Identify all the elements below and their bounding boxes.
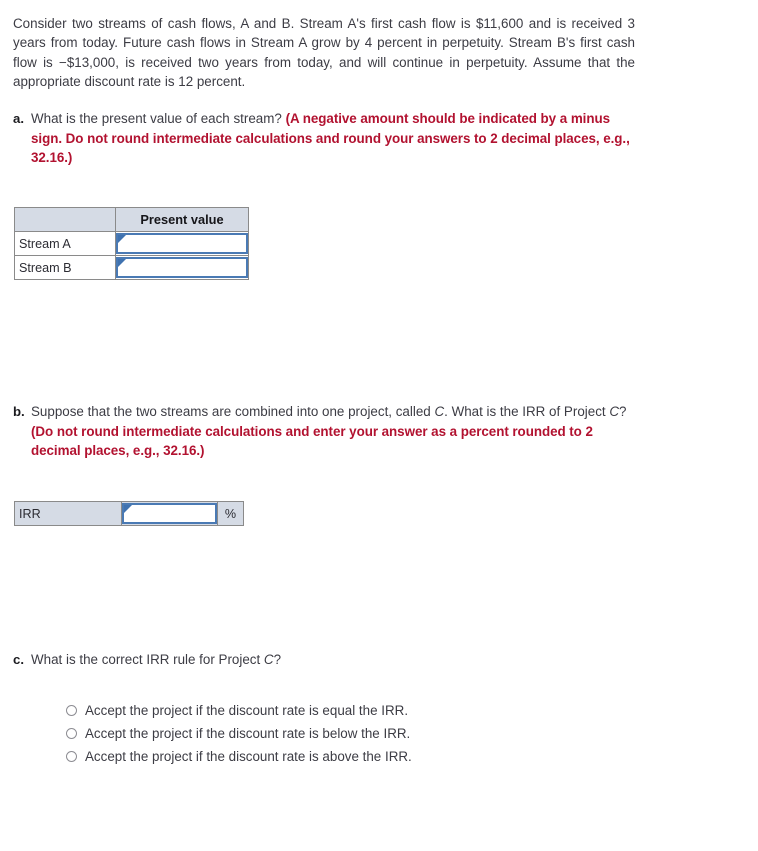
header-blank-cell — [14, 207, 116, 232]
option-label-above[interactable]: Accept the project if the discount rate … — [85, 749, 412, 764]
part-b-project-letter-2: C — [609, 404, 620, 419]
radio-icon-below[interactable] — [66, 728, 77, 739]
part-c-question-pre: What is the correct IRR rule for Project — [31, 652, 264, 667]
irr-rule-options: Accept the project if the discount rate … — [66, 699, 412, 768]
answer-cell-irr — [121, 501, 218, 526]
part-c-text: What is the correct IRR rule for Project… — [31, 650, 638, 670]
table-row: IRR % — [14, 501, 244, 526]
part-b-question-pre: Suppose that the two streams are combine… — [31, 404, 435, 419]
stream-a-present-value-input[interactable] — [116, 233, 248, 254]
question-part-c: c. What is the correct IRR rule for Proj… — [13, 650, 638, 670]
answer-cell-stream-b — [115, 255, 249, 280]
irr-percent-unit: % — [217, 501, 244, 526]
option-row-above[interactable]: Accept the project if the discount rate … — [66, 745, 412, 768]
part-c-project-letter: C — [263, 652, 274, 667]
table-header-row: Present value — [14, 207, 249, 232]
part-b-question-mid: . What is the IRR of Project — [444, 404, 610, 419]
table-row: Stream A — [14, 231, 249, 256]
stream-b-present-value-input[interactable] — [116, 257, 248, 278]
irr-input[interactable] — [122, 503, 217, 524]
part-b-question-post: ? — [619, 404, 627, 419]
question-part-a: a. What is the present value of each str… — [13, 109, 638, 168]
row-label-stream-b: Stream B — [14, 255, 116, 280]
part-a-question: What is the present value of each stream… — [31, 111, 282, 126]
question-page: Consider two streams of cash flows, A an… — [0, 0, 758, 851]
part-b-instruction: (Do not round intermediate calculations … — [31, 423, 593, 459]
part-a-text: What is the present value of each stream… — [31, 109, 638, 168]
option-row-below[interactable]: Accept the project if the discount rate … — [66, 722, 412, 745]
answer-cell-stream-a — [115, 231, 249, 256]
row-label-stream-a: Stream A — [14, 231, 116, 256]
option-label-below[interactable]: Accept the project if the discount rate … — [85, 726, 410, 741]
present-value-table: Present value Stream A Stream B — [14, 207, 249, 280]
header-present-value: Present value — [115, 207, 249, 232]
problem-statement: Consider two streams of cash flows, A an… — [13, 16, 635, 89]
part-b-project-letter: C — [434, 404, 445, 419]
radio-icon-equal[interactable] — [66, 705, 77, 716]
row-label-irr: IRR — [14, 501, 122, 526]
radio-icon-above[interactable] — [66, 751, 77, 762]
option-label-equal[interactable]: Accept the project if the discount rate … — [85, 703, 408, 718]
part-a-marker: a. — [13, 111, 24, 126]
part-b-marker: b. — [13, 404, 25, 419]
part-b-text: Suppose that the two streams are combine… — [31, 402, 638, 461]
part-c-marker: c. — [13, 652, 24, 667]
table-row: Stream B — [14, 255, 249, 280]
part-c-question-post: ? — [273, 652, 282, 667]
question-part-b: b. Suppose that the two streams are comb… — [13, 402, 638, 461]
option-row-equal[interactable]: Accept the project if the discount rate … — [66, 699, 412, 722]
irr-table: IRR % — [14, 501, 244, 526]
